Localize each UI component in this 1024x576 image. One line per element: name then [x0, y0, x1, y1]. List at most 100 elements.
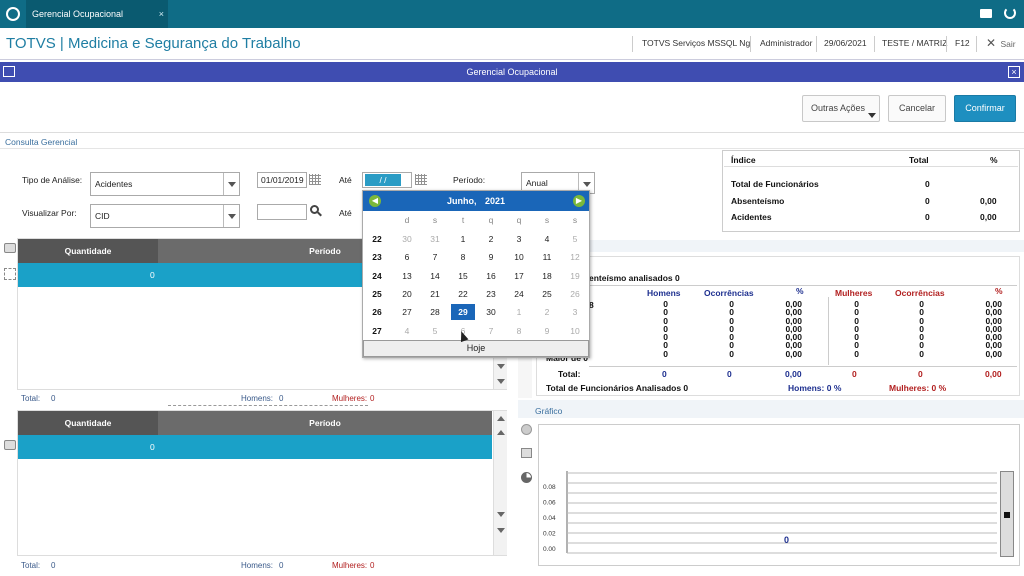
printer-icon[interactable] — [4, 440, 16, 450]
stats-header-homens: Homens — [647, 288, 681, 298]
today-button[interactable]: Hoje — [363, 340, 589, 357]
grid2-mulheres-label: Mulheres: — [332, 561, 368, 570]
grid1-homens: 0 — [279, 394, 284, 403]
calendar-day[interactable]: 22 — [451, 286, 475, 302]
calendar-day[interactable]: 14 — [423, 268, 447, 284]
calendar-day[interactable]: 24 — [507, 286, 531, 302]
grid2-homens-label: Homens: — [241, 561, 274, 570]
grid1-mulheres-label: Mulheres: — [332, 394, 368, 403]
date-from-input[interactable]: 01/01/2019 — [257, 172, 307, 188]
scroll-bottom-icon[interactable] — [497, 379, 505, 384]
calendar-day[interactable]: 9 — [535, 323, 559, 339]
calendar-day[interactable]: 7 — [479, 323, 503, 339]
calendar-header: ◀ Junho, 2021 ▶ — [363, 191, 589, 211]
company-label[interactable]: TESTE / MATRIZ — [882, 38, 947, 48]
calendar-day[interactable]: 11 — [535, 249, 559, 265]
calendar-day[interactable]: 12 — [563, 249, 587, 265]
date-label: 29/06/2021 — [824, 38, 867, 48]
calendar-day[interactable]: 4 — [535, 231, 559, 247]
calendar-day[interactable]: 1 — [507, 304, 531, 320]
stats-header-ocorrencias: Ocorrências — [704, 288, 754, 298]
calendar-day[interactable]: 10 — [507, 249, 531, 265]
scroll-bottom-icon[interactable] — [497, 528, 505, 533]
next-month-icon[interactable]: ▶ — [573, 195, 585, 207]
chart-scroll-thumb[interactable] — [1004, 512, 1010, 518]
calendar-year[interactable]: 2021 — [485, 196, 505, 206]
scroll-down-icon[interactable] — [497, 512, 505, 517]
filter-icon[interactable] — [4, 268, 16, 280]
splitter[interactable] — [168, 405, 368, 406]
calendar-icon[interactable] — [309, 174, 321, 185]
grid2-col-quantidade[interactable]: Quantidade — [18, 411, 158, 435]
scroll-top-icon[interactable] — [497, 430, 505, 435]
chart-print-icon[interactable] — [521, 424, 532, 435]
exit-button[interactable]: ✕ Sair — [986, 36, 1016, 50]
calendar-day[interactable]: 29 — [451, 304, 475, 321]
chart-printer-icon[interactable] — [521, 448, 532, 458]
scroll-up-icon[interactable] — [497, 416, 505, 421]
calendar-day[interactable]: 19 — [563, 268, 587, 284]
calendar-day[interactable]: 18 — [535, 268, 559, 284]
prev-month-icon[interactable]: ◀ — [369, 195, 381, 207]
calendar-day[interactable]: 13 — [395, 268, 419, 284]
grid2-col-periodo[interactable]: Período — [158, 411, 492, 435]
chart-scrollbar[interactable] — [1000, 471, 1014, 557]
tipo-analise-select[interactable]: Acidentes — [90, 172, 240, 196]
grid1-col-quantidade[interactable]: Quantidade — [18, 239, 158, 263]
calendar-day[interactable]: 30 — [479, 304, 503, 320]
calendar-day[interactable]: 9 — [479, 249, 503, 265]
calendar-day[interactable]: 8 — [451, 249, 475, 265]
calendar-day[interactable]: 23 — [479, 286, 503, 302]
calendar-day[interactable]: 10 — [563, 323, 587, 339]
calendar-day[interactable]: 16 — [479, 268, 503, 284]
search-input[interactable] — [257, 204, 307, 220]
date-to-input[interactable]: / / — [362, 172, 412, 188]
calendar-day[interactable]: 25 — [535, 286, 559, 302]
window-close-icon[interactable]: × — [1008, 66, 1020, 78]
tab-close-icon[interactable]: × — [159, 0, 164, 28]
power-icon[interactable] — [1004, 7, 1016, 19]
date-picker-popup[interactable]: ◀ Junho, 2021 ▶ dstqqss 22 30 31 1 2 3 4 5 23 6 7 8… — [362, 190, 590, 358]
calendar-day[interactable]: 7 — [423, 249, 447, 265]
calendar-day[interactable]: 5 — [423, 323, 447, 339]
stats-header-mulheres: Mulheres — [835, 288, 873, 298]
calendar-icon[interactable] — [415, 174, 427, 185]
shortcut-key[interactable]: F12 — [955, 38, 970, 48]
cancel-button[interactable]: Cancelar — [888, 95, 946, 122]
printer-icon[interactable] — [4, 243, 16, 253]
page-title: TOTVS | Medicina e Segurança do Trabalho — [6, 35, 301, 52]
calendar-month[interactable]: Junho — [447, 196, 474, 206]
calendar-day[interactable]: 26 — [563, 286, 587, 302]
calendar-day[interactable]: 28 — [423, 304, 447, 320]
calendar-day[interactable]: 3 — [563, 304, 587, 320]
calendar-day[interactable]: 31 — [423, 231, 447, 247]
calendar-day[interactable]: 3 — [507, 231, 531, 247]
totvs-logo-icon[interactable] — [6, 7, 20, 21]
window-menu-icon[interactable] — [3, 66, 15, 77]
calendar-day[interactable]: 20 — [395, 286, 419, 302]
outras-acoes-button[interactable]: Outras Ações — [802, 95, 880, 122]
calendar-day[interactable]: 30 — [395, 231, 419, 247]
tab-gerencial-ocupacional[interactable]: Gerencial Ocupacional [02.9.0035] × — [26, 0, 168, 47]
indices-header-total: Total — [909, 155, 929, 165]
table-row[interactable]: 0 — [18, 435, 492, 459]
calendar-day[interactable]: 2 — [479, 231, 503, 247]
calendar-day[interactable]: 8 — [507, 323, 531, 339]
calendar-day[interactable]: 27 — [395, 304, 419, 320]
mail-icon[interactable] — [980, 9, 992, 18]
calendar-day[interactable]: 21 — [423, 286, 447, 302]
calendar-day[interactable]: 2 — [535, 304, 559, 320]
calendar-day[interactable]: 15 — [451, 268, 475, 284]
calendar-day[interactable]: 17 — [507, 268, 531, 284]
calendar-day[interactable]: 4 — [395, 323, 419, 339]
user-label: Administrador — [760, 38, 813, 48]
visualizar-por-select[interactable]: CID — [90, 204, 240, 228]
confirm-button[interactable]: Confirmar — [954, 95, 1016, 122]
pie-chart-icon[interactable] — [521, 472, 532, 483]
scroll-down-icon[interactable] — [497, 364, 505, 369]
calendar-day[interactable]: 6 — [395, 249, 419, 265]
indices-row-total: 0 — [925, 179, 930, 189]
calendar-day[interactable]: 1 — [451, 231, 475, 247]
grid1-total: 0 — [51, 394, 56, 403]
calendar-day[interactable]: 5 — [563, 231, 587, 247]
